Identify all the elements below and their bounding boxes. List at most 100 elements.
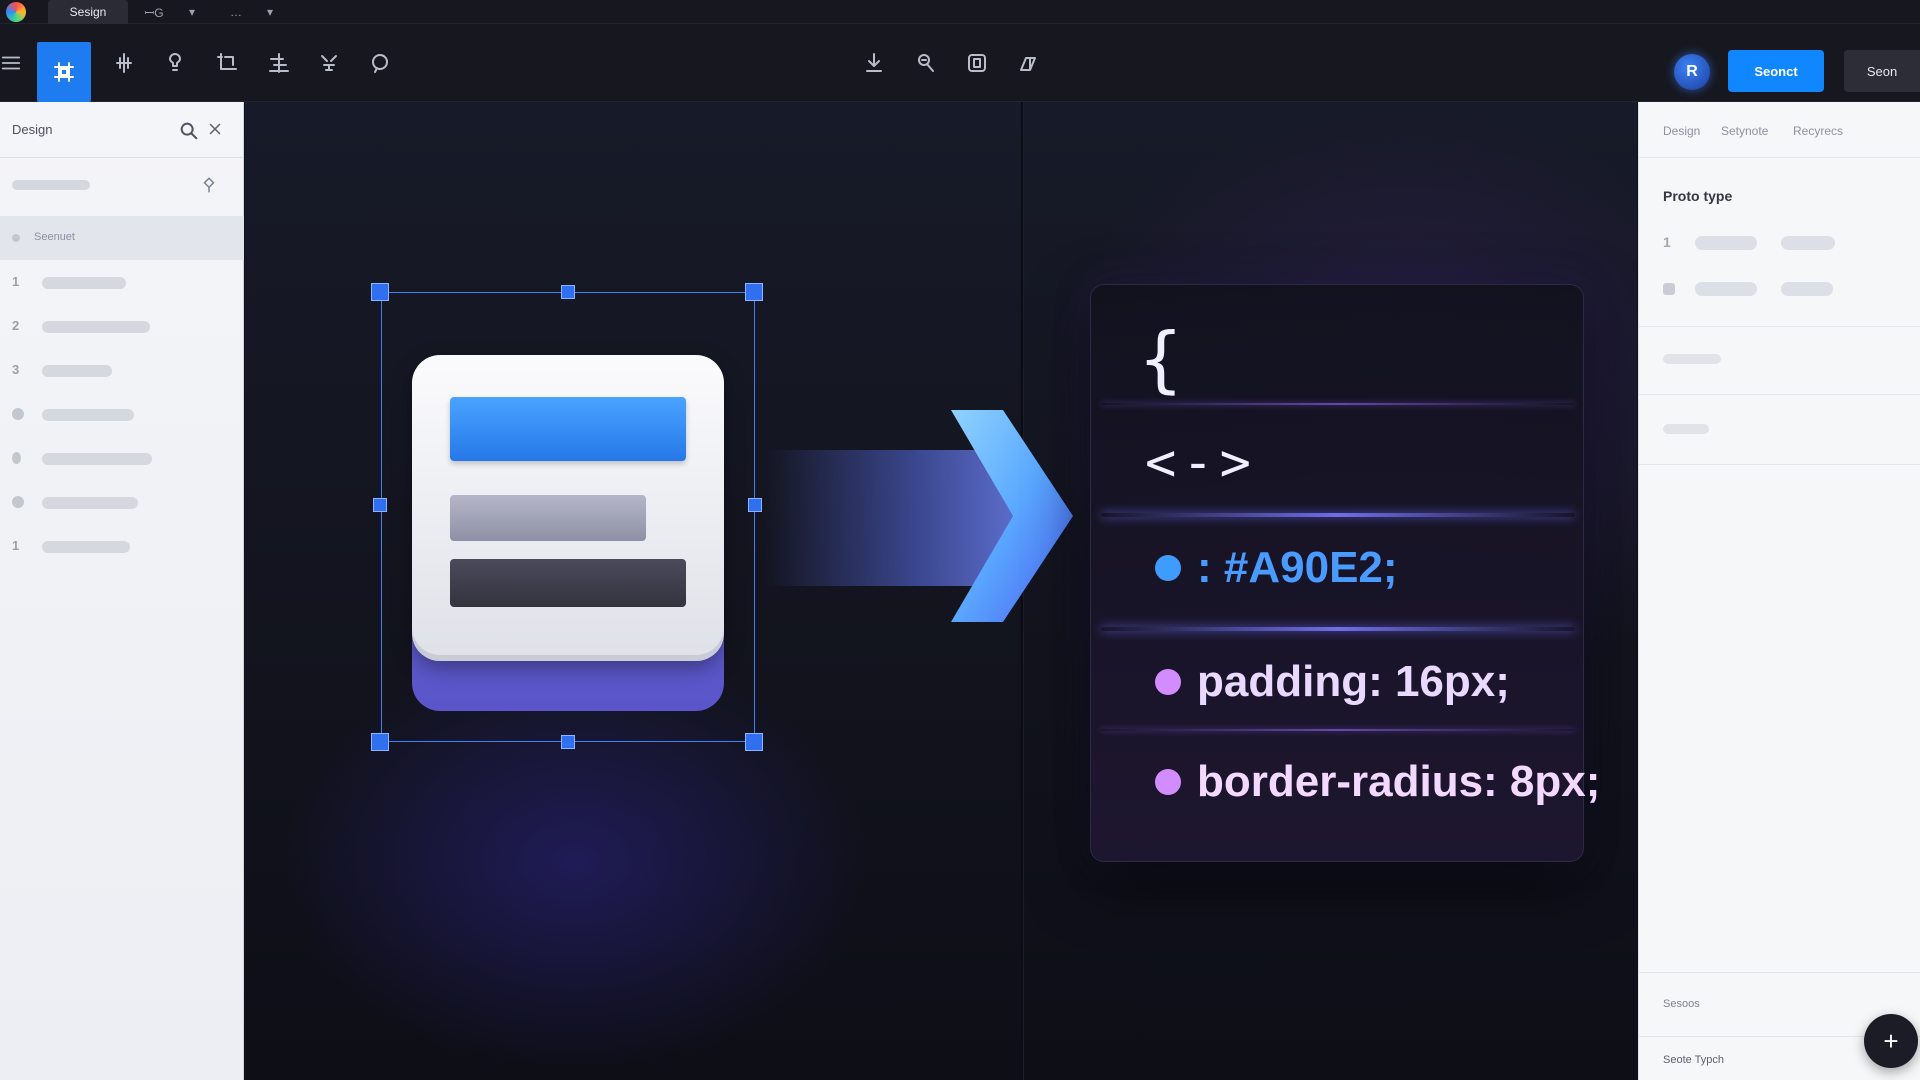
- primary-action-button[interactable]: Seonct: [1728, 50, 1824, 92]
- design-canvas[interactable]: { <-> : #A90E2; padding: 16px; border-ra…: [245, 102, 1637, 1080]
- layers-panel-title: Design: [12, 122, 53, 137]
- layer-row[interactable]: 1: [0, 524, 244, 568]
- avatar[interactable]: R: [1674, 54, 1710, 90]
- property-marker: 1: [1663, 234, 1671, 250]
- bullet-icon: [1155, 669, 1181, 695]
- layer-number: 3: [12, 362, 20, 377]
- layer-name-placeholder: [42, 497, 138, 509]
- add-button[interactable]: +: [1864, 1014, 1918, 1068]
- section-divider: [1639, 464, 1920, 465]
- pin-icon[interactable]: [200, 176, 218, 194]
- close-icon[interactable]: [206, 120, 224, 142]
- tab-recyrecs[interactable]: Recyrecs: [1793, 124, 1843, 138]
- divider-glow: [1101, 513, 1575, 517]
- tab-2[interactable]: ꟷG: [140, 0, 168, 24]
- layer-filter-placeholder[interactable]: [12, 180, 90, 190]
- tab-5[interactable]: ▾: [258, 0, 282, 24]
- code-line-color: : #A90E2;: [1155, 543, 1398, 593]
- code-brace: {: [1139, 317, 1183, 401]
- bullet-icon: [1155, 769, 1181, 795]
- property-value-placeholder: [1695, 282, 1757, 296]
- property-value-placeholder: [1781, 282, 1833, 296]
- code-line-radius: border-radius: 8px;: [1155, 757, 1600, 807]
- footer-label: Seote Typch: [1663, 1054, 1724, 1066]
- layer-row[interactable]: [0, 436, 244, 480]
- property-row[interactable]: [1663, 278, 1903, 298]
- code-line-padding: padding: 16px;: [1155, 657, 1510, 707]
- secondary-action-button[interactable]: Seon: [1844, 50, 1920, 92]
- resize-handle-bottom-left[interactable]: [371, 733, 389, 751]
- section-divider: [1639, 972, 1920, 973]
- layer-name: Seenuet: [34, 231, 75, 243]
- layer-number: 1: [12, 274, 20, 289]
- resize-handle-right[interactable]: [748, 498, 762, 512]
- section-label-placeholder: [1663, 424, 1709, 434]
- download-icon[interactable]: [854, 43, 894, 83]
- layer-name-placeholder: [42, 321, 150, 333]
- transform-icon[interactable]: [309, 43, 349, 83]
- bullet-icon: [1155, 555, 1181, 581]
- layer-row[interactable]: [0, 392, 244, 436]
- property-row[interactable]: 1: [1663, 232, 1903, 252]
- tab-4[interactable]: …: [224, 0, 248, 24]
- share-icon[interactable]: [1008, 43, 1048, 83]
- section-divider: [1639, 326, 1920, 327]
- section-heading: Proto type: [1663, 188, 1733, 204]
- layer-marker-icon: [12, 452, 21, 464]
- resize-handle-bottom[interactable]: [561, 735, 575, 749]
- resize-handle-top-right[interactable]: [745, 283, 763, 301]
- layer-marker-icon: [12, 408, 24, 420]
- code-tag: <->: [1145, 433, 1257, 493]
- layer-name-placeholder: [42, 277, 126, 289]
- divider-glow: [1101, 403, 1575, 405]
- layers-panel-header: Design: [0, 102, 244, 158]
- align-icon[interactable]: [259, 43, 299, 83]
- move-icon[interactable]: [104, 43, 144, 83]
- properties-panel: Design Setynote Recyrecs Proto type 1 Se…: [1638, 102, 1920, 1080]
- code-text: : #A90E2;: [1197, 543, 1398, 592]
- lasso-icon[interactable]: [360, 43, 400, 83]
- component-icon[interactable]: [957, 43, 997, 83]
- menu-icon[interactable]: [0, 43, 22, 83]
- code-output-card: { <-> : #A90E2; padding: 16px; border-ra…: [1090, 284, 1600, 862]
- tab-setynote[interactable]: Setynote: [1721, 124, 1768, 138]
- frame-icon[interactable]: [37, 42, 91, 102]
- divider-glow: [1101, 729, 1575, 731]
- layer-row[interactable]: [0, 480, 244, 524]
- resize-handle-bottom-right[interactable]: [745, 733, 763, 751]
- layer-name-placeholder: [42, 453, 152, 465]
- layer-number: 2: [12, 318, 20, 333]
- property-value-placeholder: [1781, 236, 1835, 250]
- layer-number: 1: [12, 538, 20, 553]
- tab-design-props[interactable]: Design: [1663, 124, 1700, 138]
- code-text: padding: 16px;: [1197, 657, 1510, 706]
- resize-handle-left[interactable]: [373, 498, 387, 512]
- code-text: border-radius: 8px;: [1197, 757, 1601, 806]
- inspect-icon[interactable]: [906, 43, 946, 83]
- tab-design[interactable]: Sesign: [48, 0, 128, 24]
- title-bar: Sesign ꟷG ▾ … ▾: [0, 0, 1920, 24]
- layer-name-placeholder: [42, 541, 130, 553]
- selection-box[interactable]: [381, 292, 755, 742]
- crop-icon[interactable]: [207, 43, 247, 83]
- resize-handle-top-left[interactable]: [371, 283, 389, 301]
- layer-row[interactable]: 1: [0, 260, 244, 304]
- layer-row-selected[interactable]: Seenuet: [0, 216, 244, 260]
- layer-row[interactable]: 2: [0, 304, 244, 348]
- resize-handle-top[interactable]: [561, 285, 575, 299]
- app-logo-icon[interactable]: [6, 2, 26, 22]
- toolbar: R Seonct Seon: [0, 24, 1920, 102]
- layer-marker-icon: [12, 234, 20, 242]
- property-marker-icon: [1663, 283, 1675, 295]
- divider-glow: [1101, 627, 1575, 631]
- layer-marker-icon: [12, 496, 24, 508]
- section-label-placeholder: [1663, 354, 1721, 364]
- brush-icon[interactable]: [155, 43, 195, 83]
- layer-name-placeholder: [42, 409, 134, 421]
- section-divider: [1639, 394, 1920, 395]
- search-icon[interactable]: [178, 120, 200, 142]
- tab-3[interactable]: ▾: [180, 0, 204, 24]
- chevron-right-icon: [951, 410, 1073, 622]
- layer-row[interactable]: 3: [0, 348, 244, 392]
- footer-label: Sesoos: [1663, 998, 1700, 1010]
